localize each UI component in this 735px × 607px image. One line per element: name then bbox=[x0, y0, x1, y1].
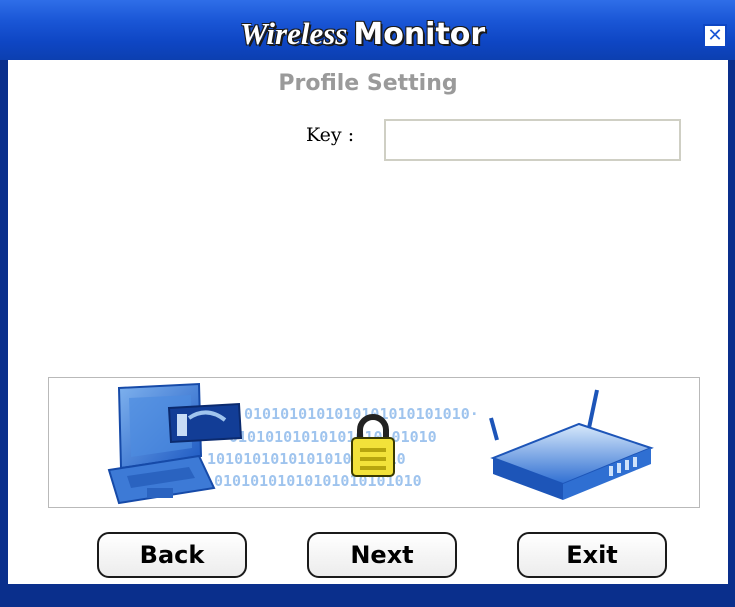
close-icon: ✕ bbox=[707, 25, 723, 46]
title-bar[interactable]: Wireless Monitor ✕ bbox=[0, 0, 735, 62]
binary-row: 01010101010101010101010 bbox=[229, 428, 437, 446]
window-bottom-border bbox=[0, 584, 735, 607]
next-button[interactable]: Next bbox=[307, 532, 457, 578]
close-button[interactable]: ✕ bbox=[703, 24, 727, 48]
title-monitor: Monitor bbox=[353, 17, 486, 52]
page-title: Profile Setting bbox=[278, 71, 458, 96]
client-area: Profile Setting Key : 010101010101010101… bbox=[8, 60, 728, 584]
padlock-icon bbox=[351, 414, 395, 477]
key-input[interactable] bbox=[384, 119, 681, 161]
router-icon bbox=[489, 389, 654, 500]
exit-button[interactable]: Exit bbox=[517, 532, 667, 578]
binary-stream: 0101010101010101010101010· 0101010101010… bbox=[207, 405, 479, 490]
title-wireless: Wireless bbox=[240, 16, 348, 51]
wireless-monitor-window: WirelessMonitor ✕ Profile Setting Key : bbox=[0, 0, 735, 607]
security-banner: 0101010101010101010101010· 0101010101010… bbox=[48, 377, 700, 508]
banner-illustration: 0101010101010101010101010· 0101010101010… bbox=[107, 382, 654, 505]
window-title: Wireless Monitor bbox=[240, 14, 485, 54]
laptop-icon bbox=[107, 382, 216, 505]
key-label: Key : bbox=[306, 124, 355, 146]
back-button[interactable]: Back bbox=[97, 532, 247, 578]
wireless-card-icon bbox=[167, 402, 243, 444]
